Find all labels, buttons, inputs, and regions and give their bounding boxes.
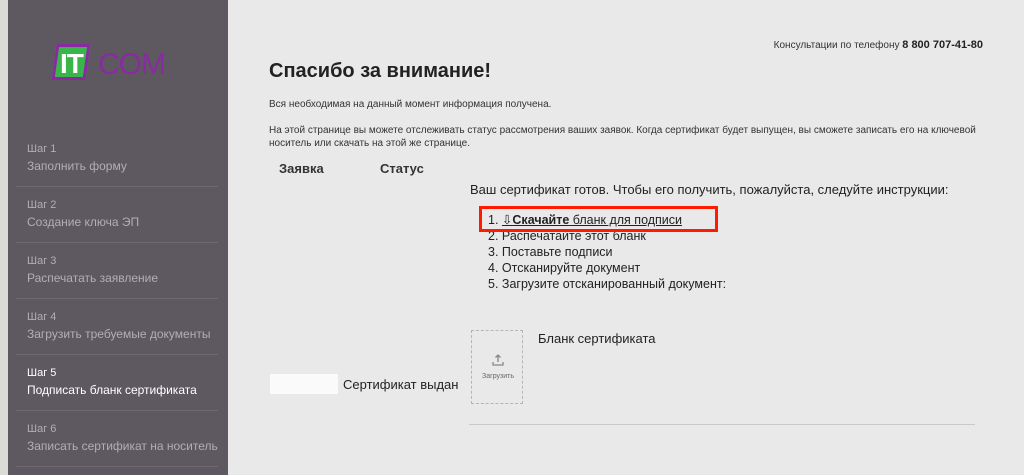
step-number: Шаг 1 [27,143,57,155]
cert-issued-status: Сертификат выдан [343,377,459,392]
column-header-status: Статус [380,161,424,176]
phone-consultation: Консультации по телефону 8 800 707-41-80 [774,39,983,51]
step-number: Шаг 2 [27,199,57,211]
divider [469,424,975,425]
sidebar-step-5[interactable]: Шаг 5 Подписать бланк сертификата [16,355,218,411]
sidebar-step-3[interactable]: Шаг 3 Распечатать заявление [16,243,218,299]
download-highlight-box [479,206,718,232]
logo-text-com: COM [98,48,166,81]
sidebar-step-2[interactable]: Шаг 2 Создание ключа ЭП [16,187,218,243]
info-received-text: Вся необходимая на данный момент информа… [269,99,552,110]
info-status-text: На этой странице вы можете отслеживать с… [269,125,976,149]
upload-dropzone[interactable]: Загрузить [471,330,523,404]
upload-icon [492,354,504,366]
step-number: Шаг 3 [27,255,57,267]
instruction-step-4: 4. Отсканируйте документ [488,261,641,275]
step-label: Записать сертификат на носитель [27,439,218,453]
step-label: Заполнить форму [27,159,127,173]
step-label: Загрузить требуемые документы [27,327,211,341]
phone-label: Консультации по телефону [773,40,900,51]
itcom-logo[interactable]: IT COM [51,44,184,84]
step-label: Распечатать заявление [27,271,159,285]
sidebar-step-4[interactable]: Шаг 4 Загрузить требуемые документы [16,299,218,355]
sidebar: IT COM Шаг 1 Заполнить форму Шаг 2 Созда… [8,0,228,475]
step-number: Шаг 6 [27,423,57,435]
page-title: Спасибо за внимание! [269,60,492,82]
step-label: Подписать бланк сертификата [27,383,197,397]
column-header-request: Заявка [279,161,324,176]
instruction-step-3: 3. Поставьте подписи [488,245,613,259]
step-number: Шаг 5 [27,367,57,379]
phone-number[interactable]: 8 800 707-41-80 [902,39,983,51]
cert-ready-text: Ваш сертификат готов. Чтобы его получить… [470,182,949,197]
blank-certificate-label: Бланк сертификата [538,331,656,346]
logo-text-it: IT [60,48,84,79]
page-left-edge [0,0,8,475]
step-number: Шаг 4 [27,311,57,323]
sidebar-step-1[interactable]: Шаг 1 Заполнить форму [16,131,218,187]
step-label: Создание ключа ЭП [27,215,140,229]
instruction-step-5: 5. Загрузите отсканированный документ: [488,277,727,291]
request-id-field [270,374,338,394]
sidebar-step-6[interactable]: Шаг 6 Записать сертификат на носитель [16,411,218,467]
upload-label: Загрузить [482,373,514,380]
